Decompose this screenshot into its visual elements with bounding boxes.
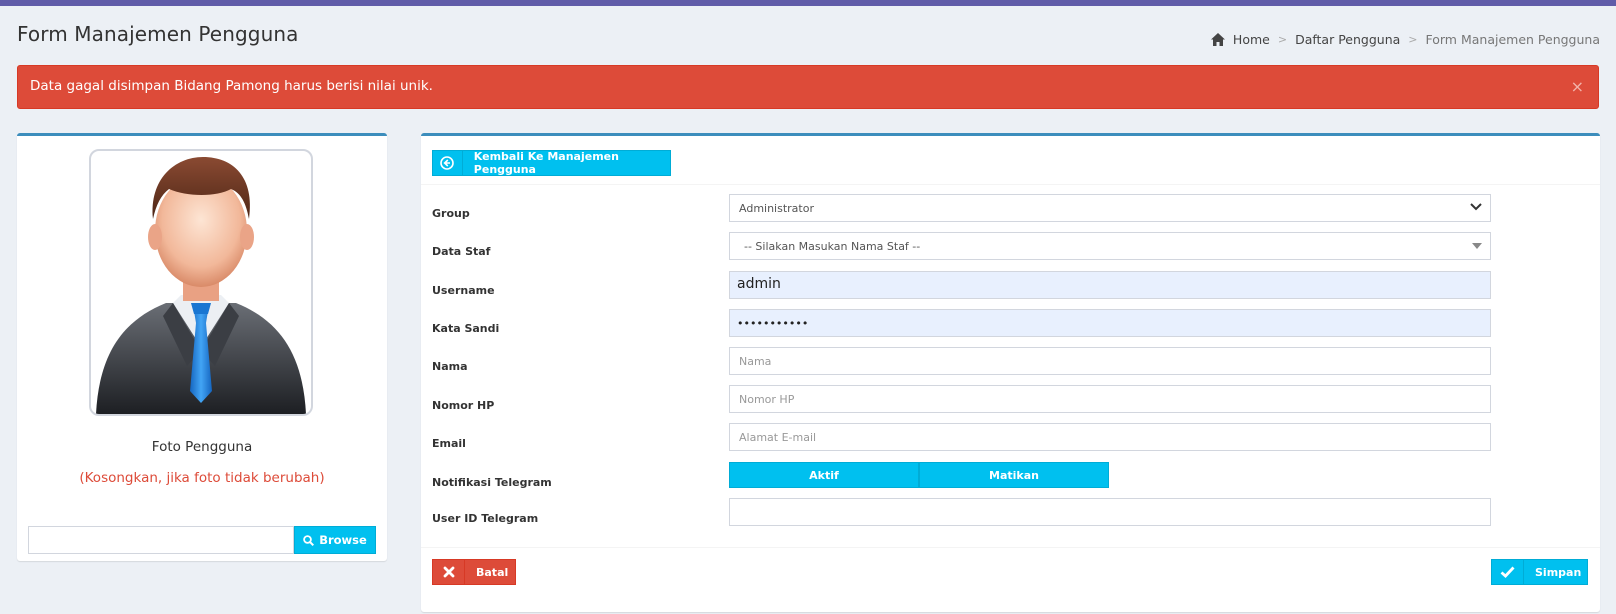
photo-file-input[interactable] xyxy=(28,526,294,554)
chevron-down-icon xyxy=(1470,203,1482,211)
check-icon xyxy=(1492,560,1524,584)
email-placeholder: Alamat E-mail xyxy=(739,431,817,444)
breadcrumb-separator: > xyxy=(1408,33,1418,46)
phone-placeholder: Nomor HP xyxy=(739,393,795,406)
photo-panel: Foto Pengguna (Kosongkan, jika foto tida… xyxy=(17,133,387,561)
user-form-panel: Kembali Ke Manajemen Pengguna Group Admi… xyxy=(421,133,1600,612)
caret-down-icon xyxy=(1472,243,1482,249)
divider xyxy=(421,547,1600,548)
cancel-button[interactable]: Batal xyxy=(432,559,516,585)
cancel-label: Batal xyxy=(476,565,509,579)
search-icon xyxy=(303,534,315,546)
breadcrumb-home[interactable]: Home xyxy=(1233,32,1270,47)
breadcrumb-current: Form Manajemen Pengguna xyxy=(1425,32,1601,47)
divider xyxy=(421,184,1600,185)
email-input[interactable]: Alamat E-mail xyxy=(729,423,1491,451)
alert-close-button[interactable]: × xyxy=(1571,77,1584,96)
back-button-label: Kembali Ke Manajemen Pengguna xyxy=(473,150,619,176)
phone-input[interactable]: Nomor HP xyxy=(729,385,1491,413)
photo-label: Foto Pengguna xyxy=(151,439,253,455)
telegram-user-id-input[interactable] xyxy=(729,498,1491,526)
user-avatar-icon xyxy=(96,157,306,414)
breadcrumb-user-list[interactable]: Daftar Pengguna xyxy=(1295,32,1400,47)
group-label: Group xyxy=(432,207,470,220)
password-input[interactable]: ••••••••••• xyxy=(729,309,1491,337)
username-input[interactable]: admin xyxy=(729,271,1491,299)
telegram-user-id-label: User ID Telegram xyxy=(432,512,539,525)
browse-button[interactable]: Browse xyxy=(294,526,376,554)
alert-message: Data gagal disimpan Bidang Pamong harus … xyxy=(30,78,433,94)
staff-value: -- Silakan Masukan Nama Staf -- xyxy=(744,240,921,253)
name-input[interactable]: Nama xyxy=(729,347,1491,375)
password-label: Kata Sandi xyxy=(432,322,500,335)
save-button[interactable]: Simpan xyxy=(1491,559,1588,585)
group-value: Administrator xyxy=(739,202,814,215)
telegram-on-button[interactable]: Aktif xyxy=(729,462,919,488)
page-title: Form Manajemen Pengguna xyxy=(17,22,299,46)
back-to-user-management-button[interactable]: Kembali Ke Manajemen Pengguna xyxy=(432,150,671,176)
breadcrumb: Home > Daftar Pengguna > Form Manajemen … xyxy=(1210,32,1601,47)
name-placeholder: Nama xyxy=(739,355,772,368)
browse-label: Browse xyxy=(319,533,367,547)
error-alert: Data gagal disimpan Bidang Pamong harus … xyxy=(17,65,1599,109)
phone-label: Nomor HP xyxy=(432,399,495,412)
user-photo xyxy=(89,149,313,416)
group-select[interactable]: Administrator xyxy=(729,194,1491,222)
telegram-notification-label: Notifikasi Telegram xyxy=(432,476,552,489)
arrow-circle-left-icon xyxy=(433,151,463,175)
staff-select[interactable]: -- Silakan Masukan Nama Staf -- xyxy=(729,232,1491,260)
username-label: Username xyxy=(432,284,495,297)
photo-hint: (Kosongkan, jika foto tidak berubah) xyxy=(79,470,325,486)
home-icon xyxy=(1210,33,1225,46)
save-label: Simpan xyxy=(1535,565,1582,579)
staff-label: Data Staf xyxy=(432,245,491,258)
telegram-notification-toggle: Aktif Matikan xyxy=(729,462,1109,488)
email-label: Email xyxy=(432,437,466,450)
telegram-off-button[interactable]: Matikan xyxy=(919,462,1109,488)
times-icon xyxy=(433,560,465,584)
name-label: Nama xyxy=(432,360,468,373)
breadcrumb-separator: > xyxy=(1277,33,1288,46)
top-accent-bar xyxy=(0,0,1616,6)
